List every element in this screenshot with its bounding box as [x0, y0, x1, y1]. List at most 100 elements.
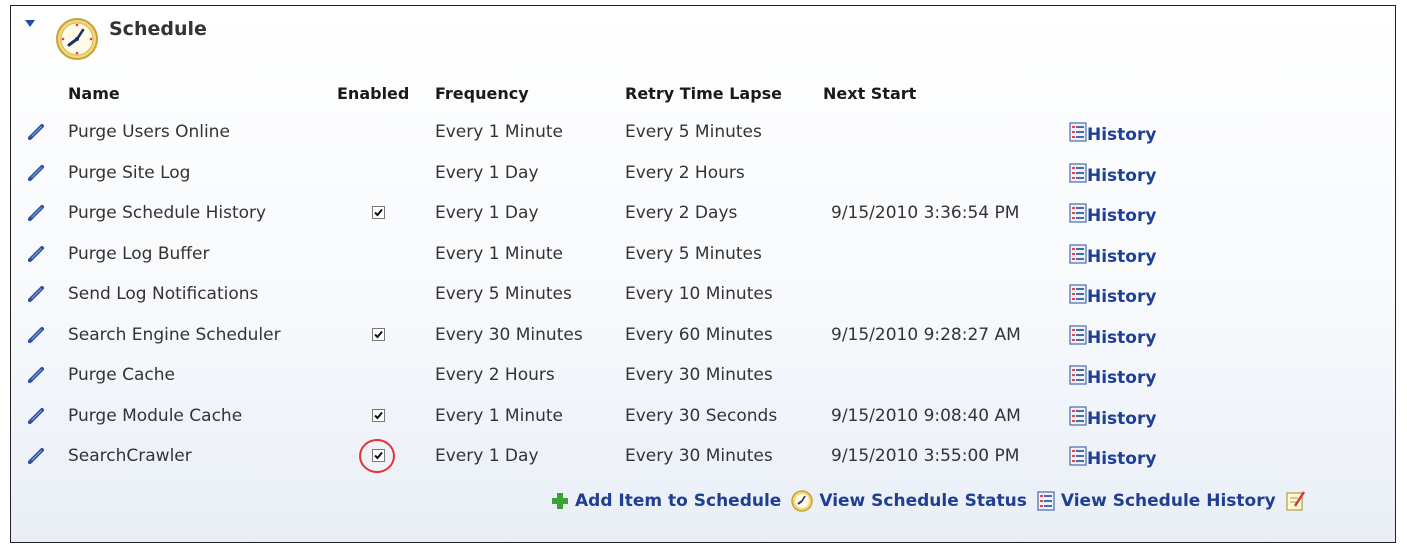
pencil-icon[interactable]: [27, 447, 45, 465]
list-icon: [1037, 491, 1055, 511]
row-name: Purge Log Buffer: [68, 243, 210, 264]
table-row: Purge Site Log Every 1 Day Every 2 Hours…: [11, 154, 1391, 192]
column-header-next-start: Next Start: [823, 84, 917, 103]
row-retry: Every 30 Minutes: [625, 365, 773, 385]
history-label: History: [1087, 246, 1157, 267]
list-icon: [1069, 284, 1087, 304]
column-header-retry: Retry Time Lapse: [625, 84, 783, 103]
row-next-start: 9/15/2010 9:28:27 AM: [831, 324, 1021, 345]
history-link[interactable]: History: [1069, 358, 1156, 394]
history-label: History: [1087, 287, 1157, 307]
view-history-label: View Schedule History: [1060, 491, 1276, 511]
history-link[interactable]: History: [1069, 237, 1156, 273]
enabled-checkbox[interactable]: [372, 408, 385, 422]
row-name: Purge Schedule History: [68, 203, 267, 223]
pencil-icon[interactable]: [27, 123, 45, 141]
history-link[interactable]: History: [1069, 399, 1156, 435]
history-label: History: [1087, 165, 1157, 186]
history-label: History: [1087, 408, 1157, 429]
table-row: Purge Users Online Every 1 Minute Every …: [11, 113, 1391, 151]
history-label: History: [1087, 206, 1157, 226]
row-retry: Every 10 Minutes: [625, 284, 773, 304]
row-frequency: Every 1 Day: [435, 162, 539, 183]
row-name: Send Log Notifications: [68, 284, 259, 304]
plus-icon: [552, 493, 568, 509]
view-status-label: View Schedule Status: [819, 491, 1027, 511]
history-label: History: [1087, 327, 1157, 348]
row-frequency: Every 2 Hours: [435, 365, 555, 385]
history-link[interactable]: History: [1069, 277, 1156, 313]
history-link[interactable]: History: [1069, 115, 1156, 151]
enabled-checkbox[interactable]: [372, 206, 385, 219]
row-name: Purge Site Log: [68, 162, 191, 183]
pencil-icon[interactable]: [27, 204, 45, 222]
section-title: Schedule: [109, 18, 207, 40]
pencil-icon[interactable]: [27, 285, 45, 303]
row-retry: Every 30 Minutes: [625, 446, 773, 466]
row-name: Purge Users Online: [68, 122, 230, 142]
row-retry: Every 60 Minutes: [625, 324, 773, 345]
list-icon: [1069, 122, 1087, 142]
row-retry: Every 5 Minutes: [625, 122, 762, 142]
row-name: Search Engine Scheduler: [68, 324, 281, 345]
row-retry: Every 30 Seconds: [625, 405, 778, 426]
list-icon: [1069, 243, 1087, 264]
column-header-name: Name: [68, 84, 120, 103]
row-frequency: Every 30 Minutes: [435, 324, 583, 345]
row-name: Purge Cache: [68, 365, 175, 385]
history-label: History: [1087, 449, 1157, 469]
row-retry: Every 5 Minutes: [625, 243, 762, 264]
list-icon: [1069, 405, 1087, 426]
list-icon: [1069, 365, 1087, 385]
table-row: Purge Module Cache Every 1 Minute Every …: [11, 397, 1391, 435]
enabled-checkbox[interactable]: [372, 327, 385, 341]
list-icon: [1069, 324, 1087, 345]
footer-actions: Add Item to Schedule View Schedule Statu…: [551, 486, 1322, 516]
row-retry: Every 2 Days: [625, 203, 738, 223]
view-schedule-status-link[interactable]: View Schedule Status: [791, 490, 1027, 512]
pencil-icon[interactable]: [27, 245, 45, 263]
list-icon: [1069, 203, 1087, 223]
column-header-enabled: Enabled: [337, 84, 410, 103]
clock-icon: [56, 18, 98, 60]
row-frequency: Every 5 Minutes: [435, 284, 572, 304]
row-frequency: Every 1 Day: [435, 203, 539, 223]
list-icon: [1069, 162, 1087, 183]
history-link[interactable]: History: [1069, 439, 1156, 475]
edit-page-link[interactable]: [1286, 490, 1312, 512]
column-header-frequency: Frequency: [435, 84, 529, 103]
pencil-icon[interactable]: [27, 164, 45, 182]
row-next-start: 9/15/2010 9:08:40 AM: [831, 405, 1021, 426]
view-schedule-history-link[interactable]: View Schedule History: [1037, 491, 1276, 511]
pencil-icon[interactable]: [27, 326, 45, 344]
pencil-icon[interactable]: [27, 366, 45, 384]
row-next-start: 9/15/2010 3:55:00 PM: [831, 446, 1020, 466]
table-row: Search Engine Scheduler Every 30 Minutes…: [11, 316, 1391, 354]
history-label: History: [1087, 368, 1157, 388]
clock-icon: [791, 490, 814, 512]
row-frequency: Every 1 Minute: [435, 122, 563, 142]
row-frequency: Every 1 Day: [435, 446, 539, 466]
history-link[interactable]: History: [1069, 156, 1156, 192]
row-retry: Every 2 Hours: [625, 162, 745, 183]
table-row: Purge Log Buffer Every 1 Minute Every 5 …: [11, 235, 1391, 273]
schedule-panel: Schedule Name Enabled Frequency Retry Ti…: [10, 5, 1396, 543]
row-frequency: Every 1 Minute: [435, 405, 563, 426]
history-link[interactable]: History: [1069, 196, 1156, 232]
table-row: Purge Cache Every 2 Hours Every 30 Minut…: [11, 356, 1391, 394]
pencil-icon[interactable]: [27, 407, 45, 425]
table-row: SearchCrawler Every 1 Day Every 30 Minut…: [11, 437, 1391, 475]
row-name: SearchCrawler: [68, 446, 192, 466]
row-frequency: Every 1 Minute: [435, 243, 563, 264]
list-icon: [1069, 446, 1087, 466]
edit-note-icon: [1286, 491, 1305, 511]
table-row: Send Log Notifications Every 5 Minutes E…: [11, 275, 1391, 313]
row-name: Purge Module Cache: [68, 405, 243, 426]
highlight-ring: [359, 439, 395, 473]
history-link[interactable]: History: [1069, 318, 1156, 354]
collapse-arrow-icon[interactable]: [25, 20, 35, 27]
add-item-link[interactable]: Add Item to Schedule: [551, 491, 781, 511]
table-row: Purge Schedule History Every 1 Day Every…: [11, 194, 1391, 232]
row-next-start: 9/15/2010 3:36:54 PM: [831, 203, 1020, 223]
add-item-label: Add Item to Schedule: [575, 491, 782, 511]
